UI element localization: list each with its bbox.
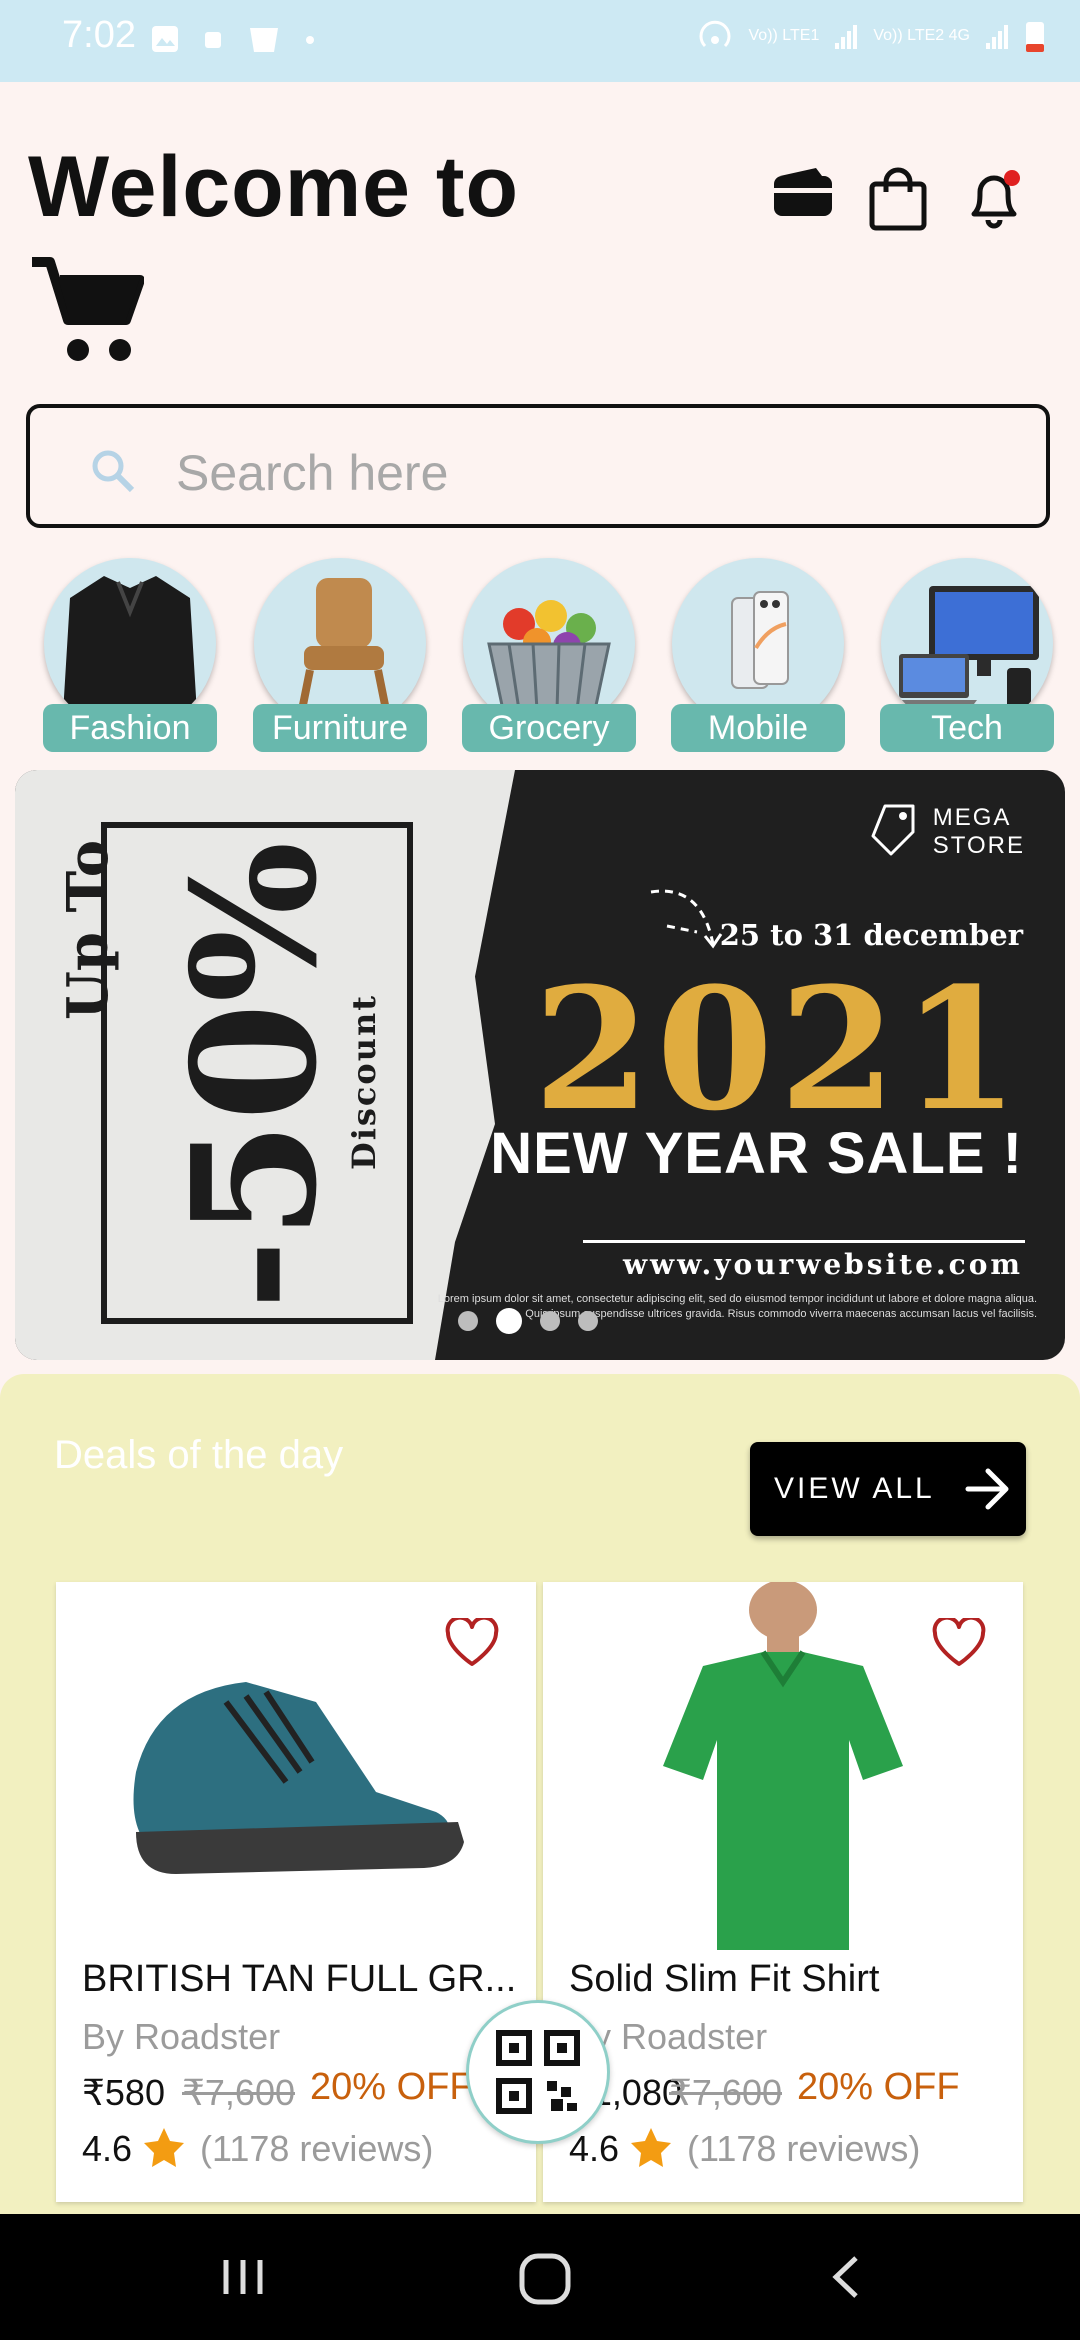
gallery-icon bbox=[152, 26, 178, 52]
wallet-button[interactable] bbox=[772, 166, 834, 227]
carousel-indicator bbox=[458, 1308, 598, 1334]
product-image-shoe bbox=[133, 1682, 464, 1874]
status-bar: 7:02 Vo)) LTE1 Vo)) LTE2 4G bbox=[0, 0, 1080, 82]
app-icon bbox=[250, 28, 278, 52]
product-discount: 20% OFF bbox=[797, 2066, 960, 2108]
banner-website: www.yourwebsite.com bbox=[622, 1248, 1023, 1281]
category-mobile[interactable]: Mobile bbox=[671, 558, 845, 754]
dot-icon bbox=[306, 36, 314, 44]
category-furniture[interactable]: Furniture bbox=[253, 558, 427, 754]
notification-icon bbox=[205, 32, 221, 48]
arrow-right-icon bbox=[965, 1468, 1009, 1510]
deals-title: Deals of the day bbox=[54, 1433, 344, 1477]
product-card[interactable]: Solid Slim Fit Shirt By Roadster ₹1,080 … bbox=[543, 1582, 1023, 2202]
category-label: Grocery bbox=[462, 704, 636, 752]
battery-icon bbox=[1026, 22, 1044, 52]
carousel-dot-active[interactable] bbox=[496, 1308, 522, 1334]
hotspot-icon bbox=[699, 20, 730, 48]
product-image-shirt bbox=[663, 1582, 903, 1950]
banner-year: 2021 bbox=[533, 950, 1025, 1148]
category-tech[interactable]: Tech bbox=[880, 558, 1054, 754]
recent-apps-icon[interactable] bbox=[218, 2252, 268, 2302]
signal-icon bbox=[986, 25, 1008, 49]
star-icon bbox=[631, 2128, 671, 2167]
home-icon[interactable] bbox=[518, 2252, 572, 2306]
cart-icon bbox=[32, 257, 145, 361]
banner-sale-title: NEW YEAR SALE ! bbox=[490, 1121, 1023, 1186]
qr-code-icon bbox=[496, 2030, 580, 2114]
carousel-dot[interactable] bbox=[458, 1311, 478, 1331]
product-brand: By Roadster bbox=[82, 2016, 281, 2057]
signal-icon bbox=[835, 25, 858, 49]
star-icon bbox=[144, 2128, 184, 2167]
banner-divider bbox=[583, 1240, 1025, 1243]
banner-discount-word: Discount bbox=[345, 993, 383, 1170]
banner-dates: 25 to 31 december bbox=[719, 918, 1023, 952]
product-discount: 20% OFF bbox=[310, 2066, 473, 2108]
deals-section: Deals of the day VIEW ALL BRITISH TAN FU… bbox=[0, 1374, 1080, 2314]
search-placeholder: Search here bbox=[176, 445, 449, 501]
shopping-bag-button[interactable] bbox=[868, 166, 928, 237]
heart-icon[interactable] bbox=[931, 1618, 987, 1668]
status-time: 7:02 bbox=[62, 14, 136, 56]
brand-line2: STORE bbox=[932, 832, 1025, 859]
promo-banner[interactable]: Up To -50% Discount MEGA STORE 25 to 31 … bbox=[15, 770, 1065, 1360]
product-reviews: (1178 reviews) bbox=[687, 2128, 921, 2169]
sim2-indicator: Vo)) LTE2 4G bbox=[873, 27, 970, 44]
sim1-indicator: Vo)) LTE1 bbox=[748, 27, 820, 44]
product-name: BRITISH TAN FULL GR... bbox=[82, 1958, 517, 2000]
shopping-bag-icon bbox=[869, 167, 927, 231]
back-icon[interactable] bbox=[826, 2252, 866, 2302]
banner-discount-value: -50% bbox=[155, 841, 355, 1310]
tag-icon bbox=[871, 804, 915, 856]
category-label: Furniture bbox=[253, 704, 427, 752]
product-reviews: (1178 reviews) bbox=[200, 2128, 434, 2169]
product-card[interactable]: BRITISH TAN FULL GR... By Roadster ₹580 … bbox=[56, 1582, 536, 2202]
cart-logo bbox=[28, 254, 145, 371]
welcome-title: Welcome to bbox=[28, 139, 520, 235]
category-fashion[interactable]: Fashion bbox=[43, 558, 217, 754]
category-label: Mobile bbox=[671, 704, 845, 752]
banner-store-brand: MEGA STORE bbox=[871, 804, 1025, 860]
bell-icon bbox=[971, 170, 1020, 229]
product-price: ₹580 bbox=[82, 2072, 165, 2113]
qr-scan-button[interactable] bbox=[466, 2000, 610, 2144]
system-nav-bar bbox=[0, 2214, 1080, 2340]
search-input[interactable]: Search here bbox=[26, 404, 1050, 528]
carousel-dot[interactable] bbox=[578, 1311, 598, 1331]
product-old-price: ₹7,600 bbox=[182, 2072, 295, 2113]
view-all-button[interactable]: VIEW ALL bbox=[750, 1442, 1026, 1536]
category-label: Tech bbox=[880, 704, 1054, 752]
heart-icon[interactable] bbox=[444, 1618, 500, 1668]
product-name: Solid Slim Fit Shirt bbox=[569, 1958, 880, 2000]
notifications-button[interactable] bbox=[964, 166, 1024, 237]
search-icon bbox=[92, 450, 135, 493]
wallet-icon bbox=[774, 168, 832, 216]
banner-up-to: Up To bbox=[55, 839, 121, 1020]
product-rating: 4.6 bbox=[82, 2128, 133, 2169]
brand-line1: MEGA bbox=[932, 804, 1012, 831]
product-old-price: ₹7,600 bbox=[669, 2072, 782, 2113]
carousel-dot[interactable] bbox=[540, 1311, 560, 1331]
category-grocery[interactable]: Grocery bbox=[462, 558, 636, 754]
category-label: Fashion bbox=[43, 704, 217, 752]
product-rating: 4.6 bbox=[569, 2128, 620, 2169]
view-all-label: VIEW ALL bbox=[774, 1472, 935, 1505]
